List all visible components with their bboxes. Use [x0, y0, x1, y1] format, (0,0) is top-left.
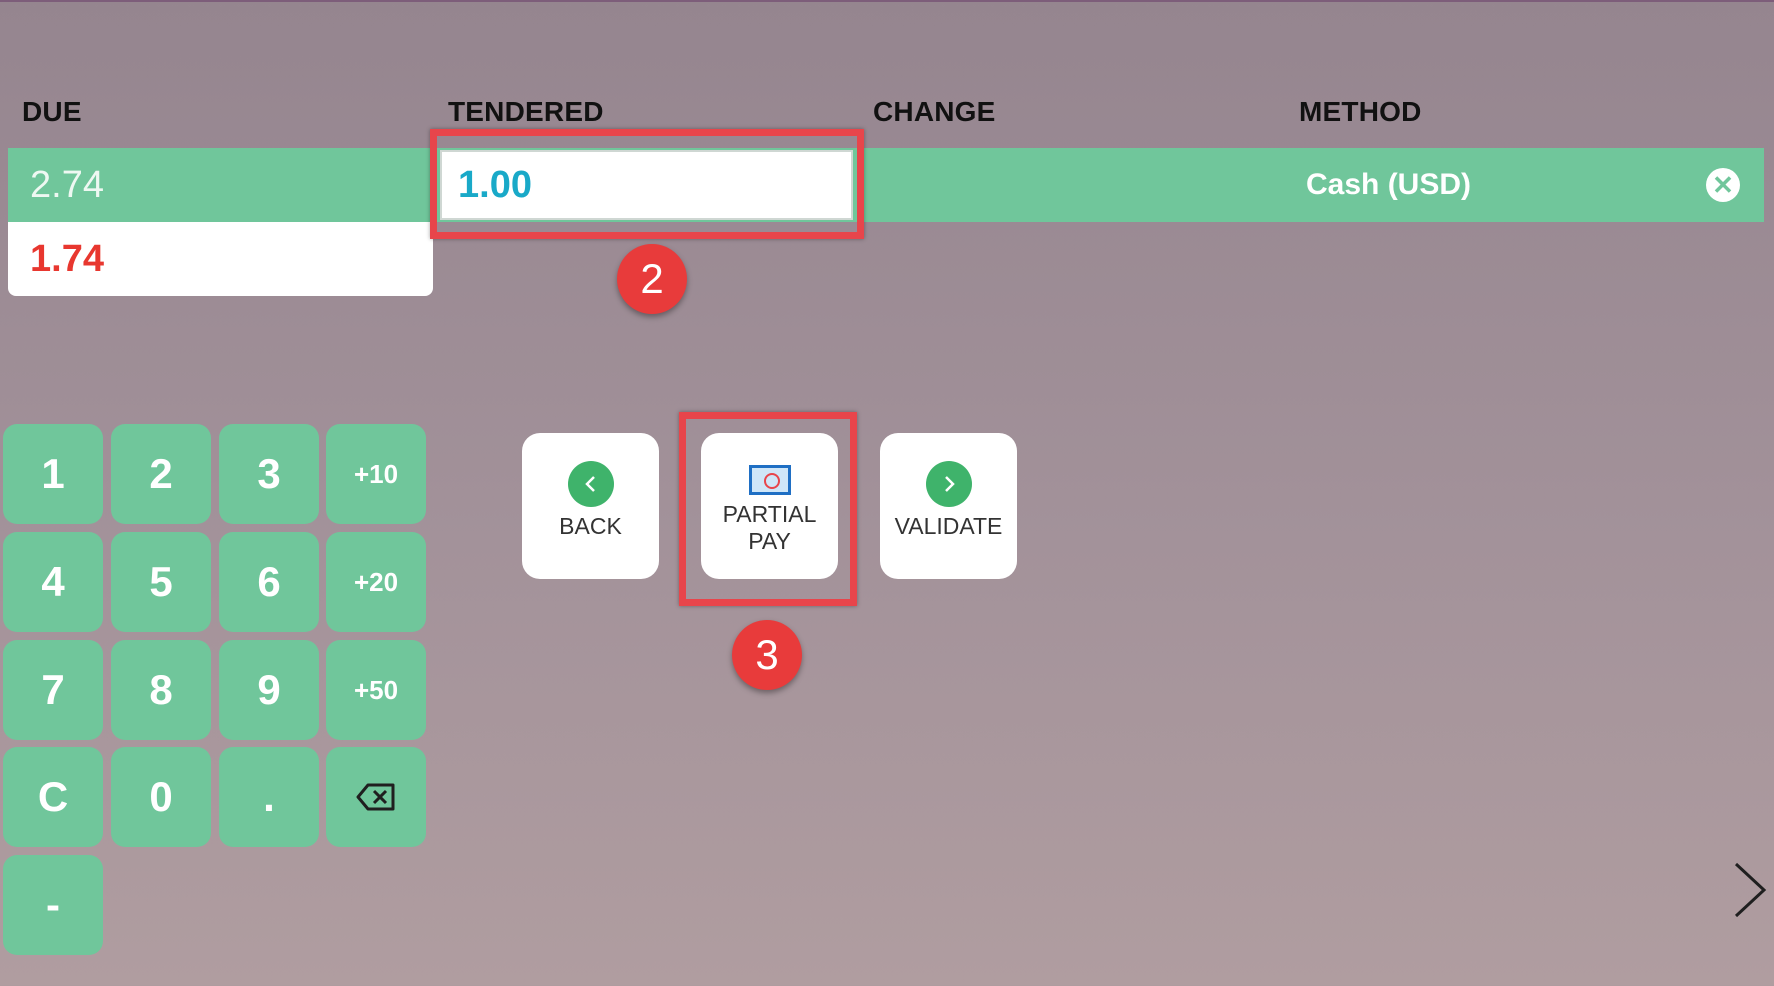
numpad-key-backspace[interactable] [326, 747, 426, 847]
partial-pay-icon [748, 465, 791, 495]
numpad-key-9[interactable]: 9 [219, 640, 319, 740]
partial-pay-label: PARTIAL PAY [722, 501, 817, 554]
numpad-key-6[interactable]: 6 [219, 532, 319, 632]
numpad-key-clear[interactable]: C [3, 747, 103, 847]
header-tendered: TENDERED [448, 96, 604, 127]
payment-line-row[interactable] [8, 148, 1764, 222]
remaining-due-amount: 1.74 [30, 238, 104, 280]
step-badge-3: 3 [732, 620, 802, 690]
numpad-key-plus20[interactable]: +20 [326, 532, 426, 632]
numpad-key-3[interactable]: 3 [219, 424, 319, 524]
numpad-key-plus10[interactable]: +10 [326, 424, 426, 524]
numpad-key-minus[interactable]: - [3, 855, 103, 955]
header-due: DUE [22, 96, 82, 127]
validate-label: VALIDATE [894, 513, 1003, 539]
partial-pay-button[interactable]: PARTIAL PAY [701, 433, 838, 579]
chevron-left-icon [567, 461, 614, 507]
close-circle-icon[interactable]: ✕ [1706, 168, 1740, 202]
numpad-key-1[interactable]: 1 [3, 424, 103, 524]
numpad-key-0[interactable]: 0 [111, 747, 211, 847]
header-method: METHOD [1299, 96, 1422, 127]
chevron-right-icon [925, 461, 972, 507]
back-label: BACK [559, 513, 622, 539]
header-change: CHANGE [873, 96, 996, 127]
highlight-tendered [430, 129, 864, 239]
top-border [0, 0, 1774, 2]
remaining-due-card: 1.74 [8, 222, 433, 296]
back-button[interactable]: BACK [522, 433, 659, 579]
due-amount: 2.74 [30, 164, 104, 206]
numpad-key-7[interactable]: 7 [3, 640, 103, 740]
validate-button[interactable]: VALIDATE [880, 433, 1017, 579]
numpad-key-2[interactable]: 2 [111, 424, 211, 524]
numpad-key-4[interactable]: 4 [3, 532, 103, 632]
step-badge-2: 2 [617, 244, 687, 314]
numpad-key-5[interactable]: 5 [111, 532, 211, 632]
numpad-key-dot[interactable]: . [219, 747, 319, 847]
numpad-key-plus50[interactable]: +50 [326, 640, 426, 740]
payment-method: Cash (USD) [1306, 168, 1472, 201]
backspace-icon [356, 783, 395, 811]
numpad-key-8[interactable]: 8 [111, 640, 211, 740]
chevron-right-nav-icon[interactable] [1724, 860, 1774, 920]
